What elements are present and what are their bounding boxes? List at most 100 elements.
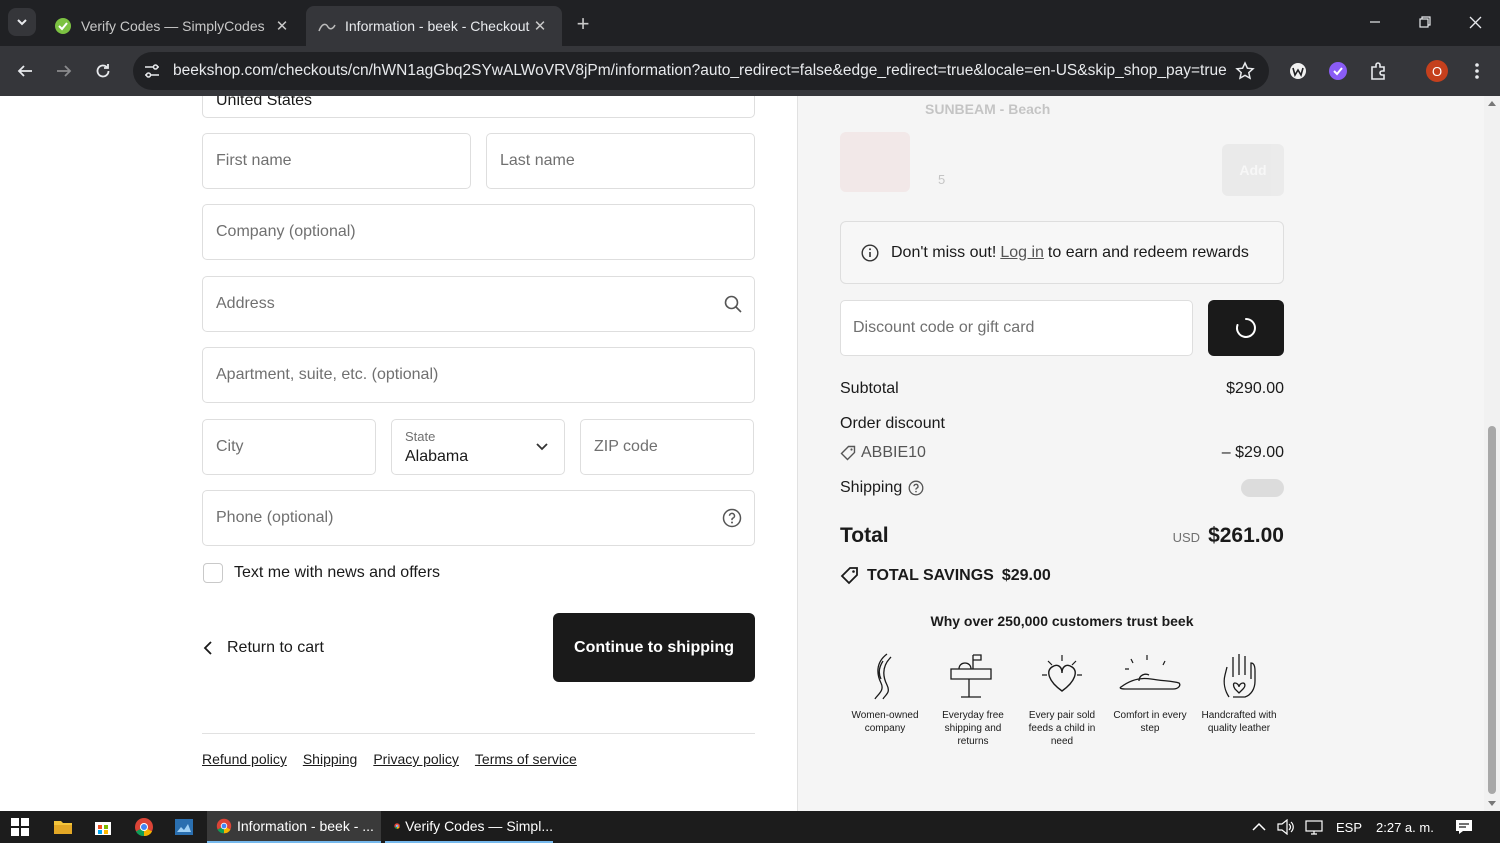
page-scrollbar[interactable] xyxy=(1484,96,1500,811)
rewards-prefix: Don't miss out! xyxy=(891,243,997,261)
extension-purple-button[interactable] xyxy=(1325,58,1351,84)
last-name-placeholder: Last name xyxy=(500,152,575,169)
address-field[interactable]: Address xyxy=(202,276,755,332)
clock[interactable]: 2:27 a. m. xyxy=(1376,811,1434,843)
sms-optin-label: Text me with news and offers xyxy=(234,564,441,581)
state-label: State xyxy=(405,429,436,444)
taskbar-app-label: Verify Codes — Simpl... xyxy=(405,818,553,834)
tab-verify-codes[interactable]: Verify Codes — SimplyCodes ✕ xyxy=(42,6,304,46)
address-placeholder: Address xyxy=(216,295,275,312)
reload-button[interactable] xyxy=(87,55,119,87)
app-taskbar-button[interactable] xyxy=(172,815,196,839)
continue-to-shipping-button[interactable]: Continue to shipping xyxy=(553,613,755,682)
state-value: Alabama xyxy=(405,448,469,465)
network-button[interactable] xyxy=(1304,811,1324,843)
trust-label: Handcrafted with quality leather xyxy=(1201,710,1277,734)
product-thumbnail xyxy=(840,132,910,192)
log-in-link[interactable]: Log in xyxy=(1000,244,1044,262)
more-vertical-icon xyxy=(1475,63,1479,79)
close-tab-icon[interactable]: ✕ xyxy=(530,16,550,36)
back-button[interactable] xyxy=(9,55,41,87)
shipping-row: Shipping xyxy=(840,479,1284,497)
continue-label: Continue to shipping xyxy=(574,638,734,656)
store-icon xyxy=(95,822,111,835)
phone-field[interactable]: Phone (optional) xyxy=(202,490,755,546)
forward-button[interactable] xyxy=(48,55,80,87)
profile-button[interactable]: O xyxy=(1424,58,1450,84)
apply-discount-button[interactable] xyxy=(1208,300,1284,356)
reload-icon xyxy=(96,64,110,78)
volume-button[interactable] xyxy=(1277,811,1295,843)
chrome-icon xyxy=(394,823,400,829)
minimize-button[interactable] xyxy=(1350,0,1400,44)
privacy-policy-link[interactable]: Privacy policy xyxy=(373,751,459,767)
language-indicator[interactable]: ESP xyxy=(1336,811,1362,843)
first-name-field[interactable]: First name xyxy=(202,133,471,189)
upsell-add-button[interactable]: Add xyxy=(1222,144,1284,196)
subtotal-label: Subtotal xyxy=(840,380,899,397)
help-icon[interactable] xyxy=(908,480,924,496)
close-tab-icon[interactable]: ✕ xyxy=(272,16,292,36)
tab-checkout[interactable]: Information - beek - Checkout ✕ xyxy=(306,6,562,46)
restore-button[interactable] xyxy=(1400,0,1450,44)
extension-w-button[interactable] xyxy=(1285,58,1311,84)
taskbar-app-checkout[interactable]: Information - beek - ... xyxy=(207,811,381,843)
chevron-down-icon xyxy=(536,443,548,451)
discount-code-field[interactable]: Discount code or gift card xyxy=(840,300,1193,356)
last-name-field[interactable]: Last name xyxy=(486,133,755,189)
new-tab-button[interactable]: + xyxy=(570,11,596,37)
country-select[interactable]: United States xyxy=(202,96,755,118)
help-icon[interactable] xyxy=(722,508,742,528)
discount-code-row: ABBIE10 – $29.00 xyxy=(840,444,1284,462)
simplycodes-extension-icon xyxy=(1329,62,1347,80)
scroll-thumb[interactable] xyxy=(1488,426,1496,794)
store-button[interactable] xyxy=(91,815,115,839)
scroll-up-arrow-icon[interactable] xyxy=(1484,98,1500,108)
state-select[interactable]: State Alabama xyxy=(391,419,565,475)
close-window-button[interactable] xyxy=(1450,0,1500,44)
shipping-label-group: Shipping xyxy=(840,479,924,497)
zip-code-field[interactable]: ZIP code xyxy=(580,419,754,475)
city-placeholder: City xyxy=(216,438,244,455)
browser-menu-button[interactable] xyxy=(1464,58,1490,84)
tag-icon xyxy=(840,567,858,585)
close-icon xyxy=(1469,16,1481,28)
trust-item-free-shipping: Everyday free shipping and returns xyxy=(933,651,1013,748)
file-explorer-button[interactable] xyxy=(51,815,75,839)
chrome-taskbar-button[interactable] xyxy=(132,815,156,839)
apartment-placeholder: Apartment, suite, etc. (optional) xyxy=(216,366,439,383)
terms-of-service-link[interactable]: Terms of service xyxy=(475,751,577,767)
chevron-down-icon xyxy=(17,19,27,26)
bookmark-star-icon[interactable] xyxy=(1235,61,1255,81)
show-hidden-icons-button[interactable] xyxy=(1252,811,1266,843)
refund-policy-link[interactable]: Refund policy xyxy=(202,751,287,767)
start-button[interactable] xyxy=(8,815,32,839)
puzzle-icon xyxy=(1371,62,1385,80)
discount-code-tag: ABBIE10 xyxy=(840,444,926,462)
discount-code: ABBIE10 xyxy=(861,444,926,461)
trust-item-comfort: Comfort in every step xyxy=(1110,651,1190,735)
address-bar[interactable]: beekshop.com/checkouts/cn/hWN1agGbq2SYwA… xyxy=(133,52,1269,90)
app-icon xyxy=(175,819,193,835)
notifications-button[interactable] xyxy=(1455,811,1473,843)
return-to-cart-link[interactable]: Return to cart xyxy=(203,639,324,657)
city-field[interactable]: City xyxy=(202,419,376,475)
arrow-right-icon xyxy=(57,65,72,77)
total-savings-label: TOTAL SAVINGS xyxy=(867,566,994,584)
trust-label: Every pair sold feeds a child in need xyxy=(1028,710,1096,747)
trust-label: Everyday free shipping and returns xyxy=(942,710,1004,747)
company-field[interactable]: Company (optional) xyxy=(202,204,755,260)
extensions-button[interactable] xyxy=(1365,58,1391,84)
scroll-down-arrow-icon[interactable] xyxy=(1484,799,1500,809)
apartment-field[interactable]: Apartment, suite, etc. (optional) xyxy=(202,347,755,403)
sms-optin-checkbox[interactable] xyxy=(203,563,223,583)
rewards-banner: Don't miss out! Log in to earn and redee… xyxy=(840,221,1284,284)
windows-taskbar: Information - beek - ... Verify Codes — … xyxy=(0,811,1500,843)
tab-search-button[interactable] xyxy=(8,8,36,36)
trust-label: Comfort in every step xyxy=(1113,710,1187,734)
site-info-icon[interactable] xyxy=(142,61,162,81)
taskbar-app-label: Information - beek - ... xyxy=(237,818,374,834)
taskbar-app-verify-codes[interactable]: Verify Codes — Simpl... xyxy=(385,811,553,843)
shipping-policy-link[interactable]: Shipping xyxy=(303,751,358,767)
hair-icon xyxy=(874,653,892,700)
